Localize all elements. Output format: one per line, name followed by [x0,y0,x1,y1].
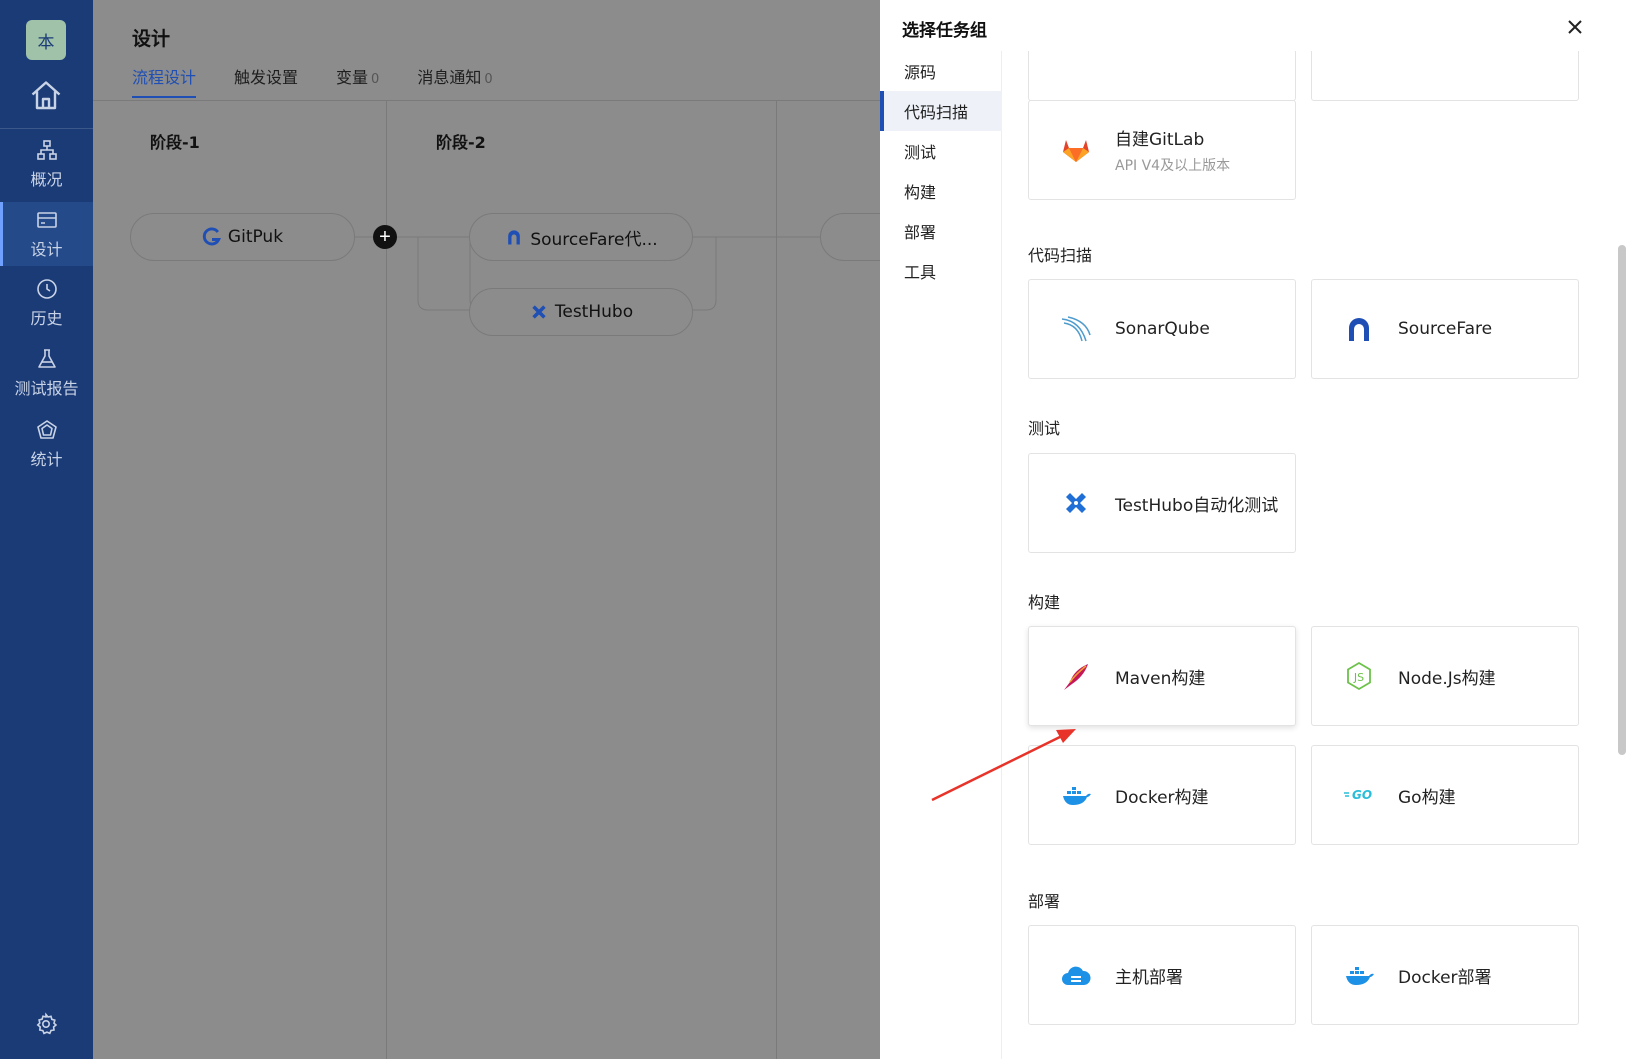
sidebar-divider [0,128,93,129]
design-icon [36,212,57,228]
card-name: 自建GitLab [1115,130,1205,150]
sidebar-item-overview[interactable]: 概况 [0,132,93,196]
maven-feather-icon [1059,659,1093,693]
task-node-sourcefare[interactable]: SourceFare代... [469,213,693,261]
testhubo-icon [532,305,546,319]
task-node-label: TestHubo [554,302,634,322]
category-deploy[interactable]: 部署 [880,211,1002,251]
cloud-server-icon [1059,958,1093,992]
task-group-drawer: 选择任务组 源码 代码扫描 测试 构建 部署 工具 自建GitLab API V… [880,0,1627,1059]
docker-build-card[interactable]: Docker构建 [1028,745,1296,845]
category-test[interactable]: 测试 [880,131,1002,171]
section-title-test: 测试 [1028,419,1061,438]
host-deploy-card[interactable]: 主机部署 [1028,925,1296,1025]
source-card-partial[interactable] [1028,51,1296,101]
section-title-scan: 代码扫描 [1028,246,1093,265]
go-build-card[interactable]: GO Go构建 [1311,745,1579,845]
card-desc: API V4及以上版本 [1115,158,1231,174]
docker-deploy-card[interactable]: Docker部署 [1311,925,1579,1025]
svg-text:JS: JS [1353,671,1364,684]
section-title-build: 构建 [1028,593,1061,612]
sourcefare-card[interactable]: SourceFare [1311,279,1579,379]
app-logo[interactable]: 本 [26,20,66,60]
sourcefare-icon [508,230,521,245]
category-code-scan[interactable]: 代码扫描 [880,91,1002,131]
close-icon[interactable] [1563,15,1587,39]
sitemap-icon [36,140,57,160]
drawer-title: 选择任务组 [902,21,987,41]
svg-text:GO: GO [1352,788,1372,802]
task-node-gitpuk[interactable]: GitPuk [130,213,355,261]
maven-card[interactable]: Maven构建 [1028,626,1296,726]
sidebar-item-label: 统计 [30,450,63,469]
sidebar-item-label: 概况 [30,170,63,189]
sourcefare-icon [1342,312,1376,346]
sidebar-item-label: 设计 [30,240,63,259]
task-node-testhubo[interactable]: TestHubo [469,288,693,336]
sonarqube-card[interactable]: SonarQube [1028,279,1296,379]
docker-icon [1342,958,1376,992]
add-stage-button[interactable]: + [373,225,397,249]
task-group-content: 自建GitLab API V4及以上版本 代码扫描 SonarQube Sour… [1002,51,1602,1059]
source-card-partial[interactable] [1311,51,1579,101]
sidebar-item-label: 测试报告 [14,379,79,398]
sidebar: 本 概况 设计 历史 测试报告 统计 [0,0,93,1059]
nodejs-card[interactable]: JS Node.Js构建 [1311,626,1579,726]
pipeline-connectors [355,236,880,311]
card-name: SourceFare [1398,319,1493,339]
gitpuk-icon [202,227,221,246]
testhubo-card[interactable]: TestHubo自动化测试 [1028,453,1296,553]
task-node-label: GitPuk [227,227,284,247]
go-icon: GO [1342,778,1376,812]
category-tools[interactable]: 工具 [880,251,1002,291]
home-icon[interactable] [28,78,64,114]
main-area: 设计 流程设计 触发设置 变量 0 消息通知 0 阶段-1 阶段-2 GitPuk … [93,0,940,1059]
card-name: Docker构建 [1115,787,1209,808]
clock-icon [36,279,57,299]
testhubo-icon [1059,486,1093,520]
gitlab-icon [1059,133,1093,167]
card-name: 主机部署 [1115,967,1183,988]
category-list: 源码 代码扫描 测试 构建 部署 工具 [880,51,1002,1059]
task-node-label: SourceFare代... [530,229,658,250]
card-name: Node.Js构建 [1398,668,1496,689]
category-source[interactable]: 源码 [880,51,1002,91]
settings-gear-icon[interactable] [34,1012,58,1036]
drawer-scrollbar[interactable] [1618,245,1626,755]
gitlab-card[interactable]: 自建GitLab API V4及以上版本 [1028,100,1296,200]
sonarqube-icon [1059,312,1093,346]
flask-icon [37,349,56,368]
card-name: Go构建 [1398,787,1456,808]
chart-icon [36,420,57,439]
section-title-deploy: 部署 [1028,892,1061,911]
docker-icon [1059,778,1093,812]
card-name: Docker部署 [1398,967,1492,988]
sidebar-item-test-report[interactable]: 测试报告 [0,341,93,405]
nodejs-icon: JS [1342,659,1376,693]
sidebar-item-history[interactable]: 历史 [0,271,93,335]
category-build[interactable]: 构建 [880,171,1002,211]
card-name: TestHubo自动化测试 [1115,495,1279,516]
card-name: SonarQube [1115,319,1210,339]
sidebar-item-statistics[interactable]: 统计 [0,412,93,476]
card-name: Maven构建 [1115,668,1206,689]
sidebar-item-design[interactable]: 设计 [0,202,93,266]
sidebar-item-label: 历史 [30,309,63,328]
